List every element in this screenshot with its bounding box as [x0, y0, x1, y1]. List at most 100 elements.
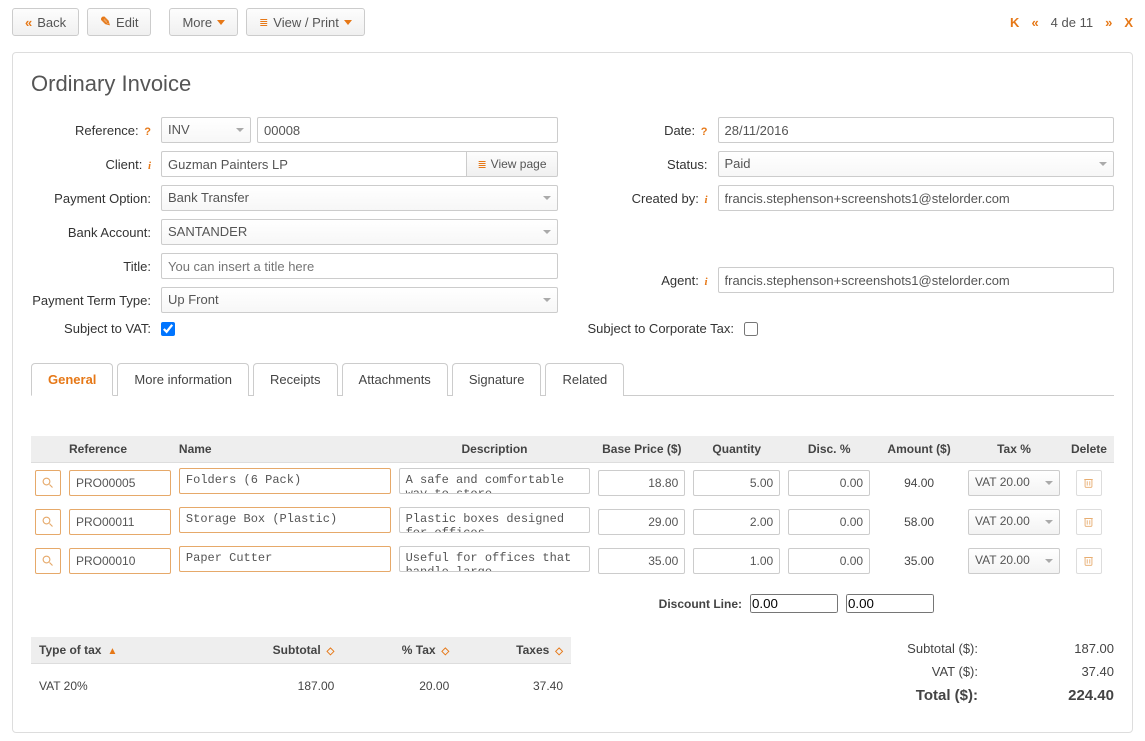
pager-prev-icon[interactable]: «: [1031, 15, 1038, 30]
sort-icon: ◇: [442, 646, 450, 657]
totals: Subtotal ($): 187.00 VAT ($): 37.40 Tota…: [754, 637, 1114, 708]
discount-value-1[interactable]: [750, 594, 838, 613]
info-icon[interactable]: i: [704, 194, 707, 206]
total-label: Total ($):: [798, 687, 978, 704]
line-price-input[interactable]: [598, 509, 685, 535]
chevron-down-icon: [1045, 481, 1053, 485]
pager: K « 4 de 11 » X: [1010, 15, 1133, 30]
title-input[interactable]: [161, 253, 558, 279]
tab-signature[interactable]: Signature: [452, 363, 542, 396]
info-icon[interactable]: i: [704, 276, 707, 288]
line-qty-input[interactable]: [693, 548, 780, 574]
line-amount: 58.00: [874, 502, 964, 541]
date-label: Date: ?: [588, 123, 718, 138]
line-tax-select[interactable]: VAT 20.00: [968, 470, 1060, 496]
top-toolbar: «Back ✎Edit More ≣View / Print K « 4 de …: [12, 8, 1133, 36]
line-ref-input[interactable]: [69, 470, 171, 496]
line-amount: 94.00: [874, 463, 964, 503]
title-label: Title:: [31, 259, 161, 274]
line-tax-select[interactable]: VAT 20.00: [968, 509, 1060, 535]
line-name-input[interactable]: Folders (6 Pack): [179, 468, 391, 494]
client-label: Client: i: [31, 157, 161, 172]
col-reference: Reference: [65, 436, 175, 463]
tax-row: VAT 20% 187.00 20.00 37.40: [31, 664, 571, 709]
back-icon: «: [25, 15, 32, 30]
line-price-input[interactable]: [598, 470, 685, 496]
col-base-price: Base Price ($): [594, 436, 689, 463]
line-search-button[interactable]: [35, 470, 61, 496]
vat-label: Subject to VAT:: [31, 321, 161, 336]
date-input[interactable]: [718, 117, 1115, 143]
view-print-button[interactable]: ≣View / Print: [246, 8, 365, 36]
back-button[interactable]: «Back: [12, 8, 79, 36]
pager-first-icon[interactable]: K: [1010, 15, 1019, 30]
chevron-down-icon: [344, 20, 352, 25]
lines-table: Reference Name Description Base Price ($…: [31, 436, 1114, 580]
line-amount: 35.00: [874, 541, 964, 580]
line-desc-input[interactable]: Plastic boxes designed for offices,: [399, 507, 591, 533]
more-button[interactable]: More: [169, 8, 238, 36]
tab-general[interactable]: General: [31, 363, 113, 396]
list-icon: ≣: [259, 16, 268, 29]
vat-total-value: 37.40: [994, 664, 1114, 679]
tax-col-subtotal[interactable]: Subtotal◇: [202, 637, 343, 664]
line-delete-button[interactable]: [1076, 509, 1102, 535]
tab-receipts[interactable]: Receipts: [253, 363, 338, 396]
line-search-button[interactable]: [35, 548, 61, 574]
created-by-input[interactable]: [718, 185, 1115, 211]
line-name-input[interactable]: Storage Box (Plastic): [179, 507, 391, 533]
line-price-input[interactable]: [598, 548, 685, 574]
payment-option-select[interactable]: Bank Transfer: [161, 185, 558, 211]
line-row: Storage Box (Plastic) Plastic boxes desig…: [31, 502, 1114, 541]
chevron-down-icon: [1045, 559, 1053, 563]
discount-value-2[interactable]: [846, 594, 934, 613]
line-ref-input[interactable]: [69, 509, 171, 535]
payment-option-label: Payment Option:: [31, 191, 161, 206]
line-row: Folders (6 Pack) A safe and comfortable w…: [31, 463, 1114, 503]
tab-attachments[interactable]: Attachments: [342, 363, 448, 396]
line-disc-input[interactable]: [788, 470, 870, 496]
edit-button[interactable]: ✎Edit: [87, 8, 151, 36]
tab-related[interactable]: Related: [545, 363, 624, 396]
agent-input[interactable]: [718, 267, 1115, 293]
line-name-input[interactable]: Paper Cutter: [179, 546, 391, 572]
tab-more-information[interactable]: More information: [117, 363, 249, 396]
reference-prefix-select[interactable]: INV: [161, 117, 251, 143]
sort-icon: ◇: [327, 646, 335, 657]
pager-next-icon[interactable]: »: [1105, 15, 1112, 30]
corp-tax-label: Subject to Corporate Tax:: [588, 321, 744, 336]
search-icon: [42, 477, 54, 489]
line-search-button[interactable]: [35, 509, 61, 535]
total-value: 224.40: [994, 687, 1114, 704]
tax-col-type[interactable]: Type of tax▲: [31, 637, 202, 664]
discount-line-label: Discount Line:: [659, 597, 742, 611]
status-select[interactable]: Paid: [718, 151, 1115, 177]
line-desc-input[interactable]: Useful for offices that handle large: [399, 546, 591, 572]
view-page-button[interactable]: ≣View page: [467, 151, 557, 177]
line-desc-input[interactable]: A safe and comfortable way to store: [399, 468, 591, 494]
chevron-down-icon: [543, 196, 551, 200]
payment-term-select[interactable]: Up Front: [161, 287, 558, 313]
reference-number-input[interactable]: [257, 117, 558, 143]
col-tax: Tax %: [964, 436, 1064, 463]
line-delete-button[interactable]: [1076, 470, 1102, 496]
line-disc-input[interactable]: [788, 548, 870, 574]
help-icon[interactable]: ?: [144, 126, 151, 138]
pager-last-icon[interactable]: X: [1124, 15, 1133, 30]
tax-col-pct[interactable]: % Tax◇: [342, 637, 457, 664]
line-ref-input[interactable]: [69, 548, 171, 574]
line-tax-select[interactable]: VAT 20.00: [968, 548, 1060, 574]
line-disc-input[interactable]: [788, 509, 870, 535]
help-icon[interactable]: ?: [701, 126, 708, 138]
corp-tax-checkbox[interactable]: [744, 322, 758, 336]
tax-col-taxes[interactable]: Taxes◇: [457, 637, 571, 664]
line-delete-button[interactable]: [1076, 548, 1102, 574]
tabs: General More information Receipts Attach…: [31, 362, 1114, 396]
col-delete: Delete: [1064, 436, 1114, 463]
line-qty-input[interactable]: [693, 509, 780, 535]
bank-account-select[interactable]: SANTANDER: [161, 219, 558, 245]
vat-checkbox[interactable]: [161, 322, 175, 336]
client-input[interactable]: [161, 151, 467, 177]
line-qty-input[interactable]: [693, 470, 780, 496]
info-icon[interactable]: i: [148, 160, 151, 172]
